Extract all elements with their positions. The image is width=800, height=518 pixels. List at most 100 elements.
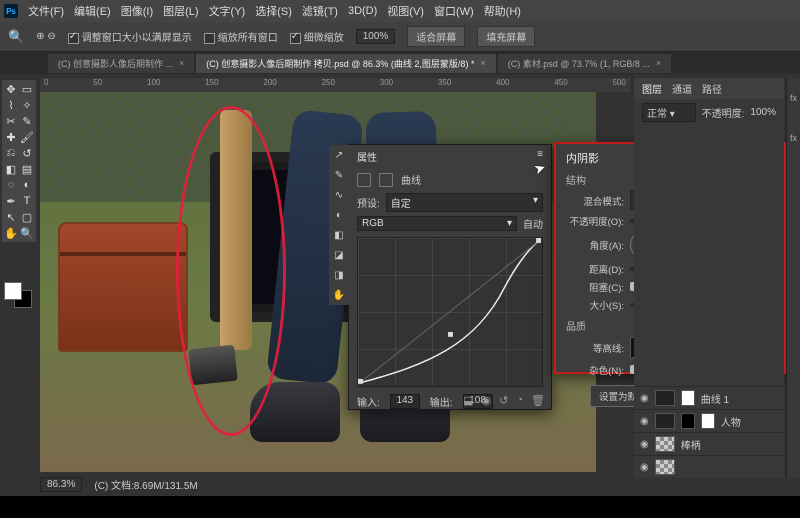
close-icon[interactable]: × (480, 58, 485, 68)
gradient-tool-icon[interactable]: ▤ (20, 162, 34, 176)
paths-tab[interactable]: 路径 (702, 81, 722, 96)
doc-tab-1[interactable]: (C) 创意摄影人像后期制作 拷贝.psd @ 86.3% (曲线 2,图层蒙版… (196, 54, 495, 73)
layers-tab[interactable]: 图层 (642, 81, 662, 96)
blur-tool-icon[interactable]: ◌ (4, 178, 18, 192)
visibility-icon[interactable]: ◉ (640, 439, 649, 450)
curves-smooth-icon[interactable]: ∿ (329, 185, 349, 205)
visibility-icon[interactable]: ◉ (640, 393, 649, 404)
reset-icon[interactable]: ↺ (499, 394, 508, 407)
clip-icon[interactable]: ⬓ (463, 394, 473, 407)
trash-icon[interactable]: 🗑 (531, 394, 545, 407)
menu-layer[interactable]: 图层(L) (163, 3, 198, 19)
output-label: 输出: (430, 394, 453, 409)
curves-white-icon[interactable]: ◨ (329, 265, 349, 285)
menu-window[interactable]: 窗口(W) (434, 3, 474, 19)
right-panel-dock: 图层 通道 路径 正常 ▾ 不透明度: 100% ◉ 曲线 1 ◉ 人物 (634, 78, 784, 478)
fit-screen-button[interactable]: 适合屏幕 (407, 26, 465, 47)
layer-blend-select[interactable]: 正常 ▾ (642, 103, 696, 122)
layer-opacity-value[interactable]: 100% (750, 107, 776, 118)
doc-tab-0[interactable]: (C) 创意摄影人像后期制作 ...× (48, 54, 194, 73)
choke-label: 阻塞(C): (566, 280, 624, 294)
layer-name[interactable]: 人物 (721, 414, 741, 429)
opt-resize-window[interactable]: 调整窗口大小以满屏显示 (68, 29, 192, 44)
pen-tool-icon[interactable]: ✒ (4, 194, 18, 208)
curve-path (358, 238, 542, 385)
ruler-horizontal: 050100150200250300350400450500 (40, 78, 630, 92)
eyedropper-tool-icon[interactable]: ✎ (20, 114, 34, 128)
curves-point-icon[interactable]: ↗ (329, 145, 349, 165)
curves-pencil-icon[interactable]: ✎ (329, 165, 349, 185)
distance-label: 距离(D): (566, 262, 624, 276)
menu-3d[interactable]: 3D(D) (348, 5, 377, 17)
fill-screen-button[interactable]: 填充屏幕 (477, 26, 535, 47)
zoom-mode-icons[interactable]: ⊕ ⊖ (36, 31, 56, 42)
properties-panel[interactable]: ↗ ✎ ∿ ◐ ◧ ◪ ◨ ✋ 属性≡ 曲线 预设:自定▾ RGB▾自动 输入:… (348, 144, 552, 410)
menu-view[interactable]: 视图(V) (387, 3, 424, 19)
curves-hand-icon[interactable]: ✋ (329, 285, 349, 305)
properties-tab[interactable]: 属性 (357, 149, 377, 164)
layer-row[interactable]: ◉ 棒柄 (634, 432, 784, 455)
opt-zoom-all[interactable]: 缩放所有窗口 (204, 29, 278, 44)
dodge-tool-icon[interactable]: ◐ (20, 178, 34, 192)
path-tool-icon[interactable]: ↖ (4, 210, 18, 224)
layer-row[interactable]: ◉ (634, 455, 784, 478)
input-label: 输入: (357, 394, 380, 409)
preset-select[interactable]: 自定▾ (386, 193, 543, 212)
hand-tool-icon[interactable]: ✋ (4, 226, 18, 240)
menu-help[interactable]: 帮助(H) (484, 3, 521, 19)
menu-filter[interactable]: 滤镜(T) (302, 3, 338, 19)
opt-scrubby[interactable]: 细微缩放 (290, 29, 344, 44)
color-swatches[interactable] (4, 282, 32, 308)
stamp-tool-icon[interactable]: ⎌ (4, 146, 18, 160)
type-tool-icon[interactable]: T (20, 194, 34, 208)
fx-indicator-icon[interactable]: fx (787, 118, 800, 158)
channel-select[interactable]: RGB▾ (357, 216, 517, 231)
wand-tool-icon[interactable]: ✧ (20, 98, 34, 112)
history-brush-icon[interactable]: ↺ (20, 146, 34, 160)
menu-select[interactable]: 选择(S) (255, 3, 292, 19)
lasso-tool-icon[interactable]: ⌇ (4, 98, 18, 112)
layer-name[interactable]: 曲线 1 (701, 391, 729, 406)
close-icon[interactable]: × (179, 58, 184, 68)
menu-type[interactable]: 文字(Y) (209, 3, 246, 19)
layer-row[interactable]: ◉ 曲线 1 (634, 386, 784, 409)
doc-tab-2[interactable]: (C) 素材.psd @ 73.7% (1, RGB/8 ...× (498, 54, 671, 73)
zoom-tool-icon: 🔍 (8, 29, 24, 45)
zoom-tool-icon[interactable]: 🔍 (20, 226, 34, 240)
menu-file[interactable]: 文件(F) (28, 3, 64, 19)
layer-thumb (655, 413, 675, 429)
auto-button[interactable]: 自动 (523, 216, 543, 231)
zoom-100-button[interactable]: 100% (356, 29, 396, 44)
channels-tab[interactable]: 通道 (672, 81, 692, 96)
curves-gray-icon[interactable]: ◪ (329, 245, 349, 265)
curves-sample-icon[interactable]: ◐ (329, 205, 349, 225)
close-icon[interactable]: × (656, 58, 661, 68)
blend-mode-label: 混合模式: (566, 194, 624, 208)
shape-tool-icon[interactable]: ▢ (20, 210, 34, 224)
status-zoom[interactable]: 86.3% (40, 477, 82, 492)
mask-thumb (681, 413, 695, 429)
menu-image[interactable]: 图像(I) (121, 3, 153, 19)
crop-tool-icon[interactable]: ✂ (4, 114, 18, 128)
canvas-suitcase (58, 222, 188, 352)
brush-tool-icon[interactable]: 🖌 (20, 130, 34, 144)
foreground-swatch[interactable] (4, 282, 22, 300)
fx-indicator-icon[interactable]: fx (787, 78, 800, 118)
curves-graph[interactable] (357, 237, 543, 387)
input-value[interactable]: 143 (390, 394, 420, 409)
visibility-icon[interactable]: ◉ (640, 416, 649, 427)
visibility-icon[interactable]: ◉ (640, 462, 649, 473)
curves-side-tools: ↗ ✎ ∿ ◐ ◧ ◪ ◨ ✋ (329, 145, 349, 305)
eye-icon[interactable]: ◉ (482, 394, 492, 407)
heal-tool-icon[interactable]: ✚ (4, 130, 18, 144)
move-tool-icon[interactable]: ✥ (4, 82, 18, 96)
layer-name[interactable]: 棒柄 (681, 437, 701, 452)
prev-icon[interactable]: ◔ (516, 394, 523, 407)
collapsed-panel-strip[interactable]: fx fx (786, 78, 800, 478)
curves-black-icon[interactable]: ◧ (329, 225, 349, 245)
marquee-tool-icon[interactable]: ▭ (20, 82, 34, 96)
adjustment-type: 曲线 (401, 172, 421, 187)
eraser-tool-icon[interactable]: ◧ (4, 162, 18, 176)
menu-edit[interactable]: 编辑(E) (74, 3, 111, 19)
layer-row[interactable]: ◉ 人物 (634, 409, 784, 432)
